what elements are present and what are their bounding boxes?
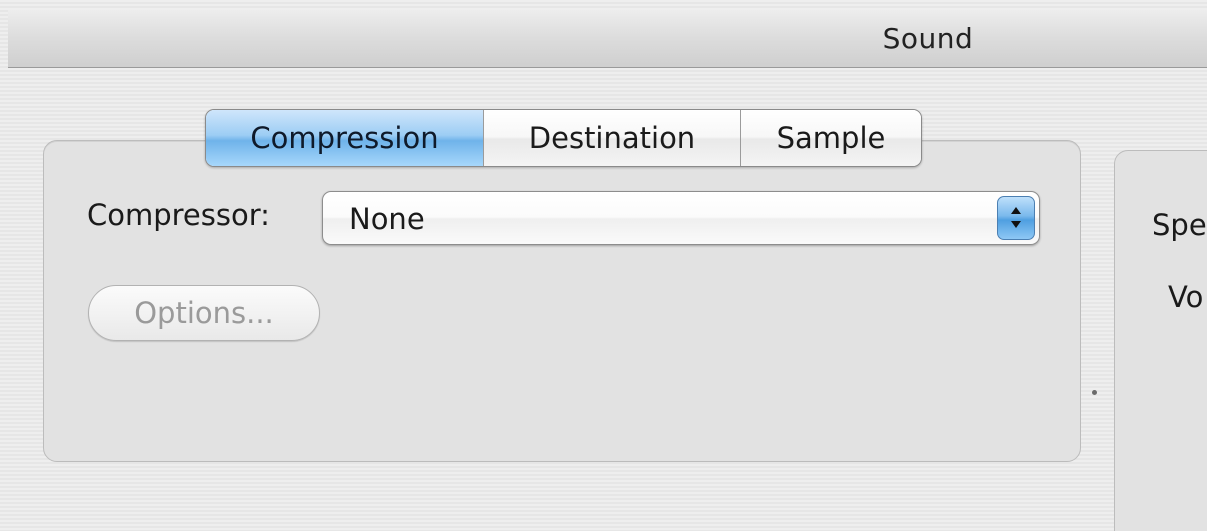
compressor-selected-value: None — [349, 202, 425, 236]
screen: Sound Compression Destination Sample Com… — [0, 0, 1207, 531]
window-title: Sound — [882, 22, 974, 55]
options-button[interactable]: Options... — [88, 285, 320, 341]
resize-handle-icon[interactable] — [1092, 390, 1097, 395]
arrow-down-icon — [1011, 221, 1021, 228]
arrow-up-icon — [1011, 207, 1021, 214]
compressor-label: Compressor: — [87, 198, 270, 232]
right-panel-label-volume: Vo — [1168, 280, 1204, 314]
compressor-popup[interactable]: None — [322, 191, 1040, 245]
tab-destination[interactable]: Destination — [484, 110, 741, 166]
tab-sample[interactable]: Sample — [741, 110, 921, 166]
title-bar[interactable]: Sound — [8, 10, 1207, 68]
popup-arrows-icon — [997, 196, 1035, 240]
tab-bar: Compression Destination Sample — [205, 109, 922, 167]
tab-compression[interactable]: Compression — [206, 110, 484, 166]
right-panel-label-speed: Spe — [1152, 208, 1207, 242]
